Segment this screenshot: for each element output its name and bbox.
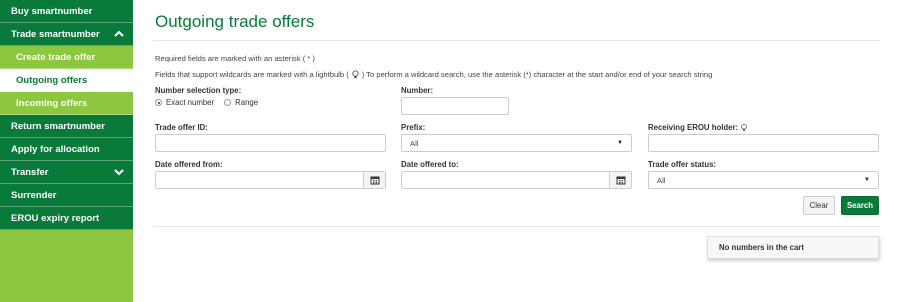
trade-offer-status-label: Trade offer status: — [648, 160, 717, 169]
lightbulb-icon — [352, 70, 359, 79]
cart-status-box: No numbers in the cart — [707, 236, 879, 259]
exact-number-label: Exact number — [166, 98, 215, 107]
receiving-erou-holder-label: Receiving EROU holder: — [648, 123, 748, 132]
number-label: Number: — [401, 86, 434, 95]
sidebar-item-label: Apply for allocation — [11, 143, 100, 155]
date-offered-to-input[interactable] — [401, 171, 632, 189]
receiving-erou-holder-text: Receiving EROU holder: — [648, 123, 739, 132]
number-selection-type-label: Number selection type: — [155, 86, 242, 95]
sidebar-item-label: Surrender — [11, 189, 57, 201]
wildcard-note-end: ) To perform a wildcard search, use the … — [361, 70, 713, 79]
wildcard-note-start: Fields that support wildcards are marked… — [155, 70, 349, 79]
sidebar-item-label: Transfer — [11, 166, 49, 178]
lightbulb-icon — [741, 123, 747, 131]
chevron-down-icon — [114, 169, 124, 176]
trade-offer-id-label: Trade offer ID: — [155, 123, 208, 132]
sidebar-item-label: Create trade offer — [16, 51, 96, 63]
sidebar-item-buy-smartnumber[interactable]: Buy smartnumber — [0, 0, 133, 23]
sidebar-item-label: Incoming offers — [16, 97, 88, 109]
wildcard-note: Fields that support wildcards are marked… — [155, 70, 712, 79]
sidebar-item-label: Outgoing offers — [16, 74, 88, 86]
prefix-select[interactable]: All ▼ — [401, 134, 632, 152]
caret-down-icon: ▼ — [617, 140, 623, 146]
page-title: Outgoing trade offers — [155, 12, 315, 31]
sidebar-item-surrender[interactable]: Surrender — [0, 184, 133, 207]
sidebar-item-label: Trade smartnumber — [11, 28, 100, 40]
sidebar-item-label: EROU expiry report — [11, 212, 100, 224]
calendar-icon[interactable] — [363, 172, 385, 188]
divider — [153, 226, 880, 227]
sidebar-item-trade-smartnumber[interactable]: Trade smartnumber — [0, 23, 133, 46]
sidebar-item-label: Buy smartnumber — [11, 5, 93, 17]
trade-offer-status-value: All — [657, 175, 666, 185]
sidebar-item-transfer[interactable]: Transfer — [0, 161, 133, 184]
sidebar-item-create-trade-offer[interactable]: Create trade offer — [0, 46, 133, 69]
number-selection-type-group: Exact number Range — [155, 98, 258, 107]
sidebar-item-apply-for-allocation[interactable]: Apply for allocation — [0, 138, 133, 161]
date-offered-to-label: Date offered to: — [401, 160, 459, 169]
sidebar-item-outgoing-offers[interactable]: Outgoing offers — [0, 69, 133, 92]
receiving-erou-holder-input[interactable] — [648, 134, 879, 152]
sidebar-item-return-smartnumber[interactable]: Return smartnumber — [0, 115, 133, 138]
range-label: Range — [235, 98, 259, 107]
sidebar: Buy smartnumber Trade smartnumber Create… — [0, 0, 133, 302]
calendar-icon[interactable] — [609, 172, 631, 188]
required-note: Required fields are marked with an aster… — [155, 54, 315, 63]
sidebar-item-label: Return smartnumber — [11, 120, 105, 132]
sidebar-item-erou-expiry-report[interactable]: EROU expiry report — [0, 207, 133, 230]
range-radio[interactable] — [224, 99, 232, 106]
date-offered-from-input[interactable] — [155, 171, 386, 189]
prefix-label: Prefix: — [401, 123, 426, 132]
cart-status-text: No numbers in the cart — [719, 243, 804, 252]
exact-number-radio[interactable] — [155, 99, 162, 106]
chevron-up-icon — [114, 30, 124, 37]
clear-button[interactable]: Clear — [803, 196, 835, 215]
search-button[interactable]: Search — [841, 196, 879, 215]
caret-down-icon: ▼ — [864, 177, 870, 183]
trade-offer-id-input[interactable] — [155, 134, 386, 152]
main-content: Outgoing trade offers Required fields ar… — [133, 0, 900, 302]
date-offered-from-label: Date offered from: — [155, 160, 223, 169]
sidebar-item-incoming-offers[interactable]: Incoming offers — [0, 92, 133, 115]
divider — [153, 40, 880, 41]
prefix-select-value: All — [410, 138, 419, 148]
trade-offer-status-select[interactable]: All ▼ — [648, 171, 879, 189]
number-input[interactable] — [401, 97, 509, 115]
